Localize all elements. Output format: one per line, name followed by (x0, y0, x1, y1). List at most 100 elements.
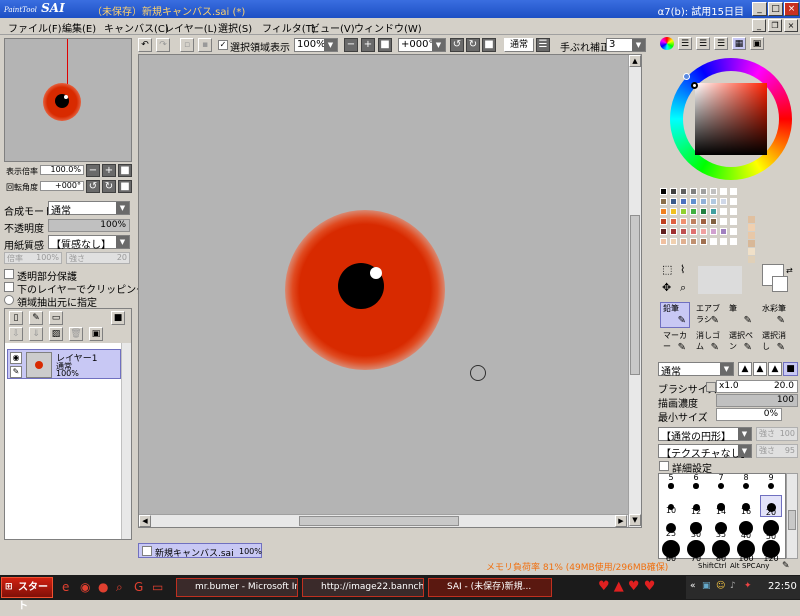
hue-marker[interactable] (683, 73, 690, 80)
nav-zoom-in-button[interactable]: + (102, 164, 116, 177)
color-swatch[interactable] (690, 188, 697, 195)
navigator-preview[interactable] (4, 38, 132, 162)
color-swatch[interactable] (680, 188, 687, 195)
redo-button[interactable]: ↷ (156, 38, 170, 52)
delete-layer-icon[interactable]: 🗑 (69, 327, 83, 341)
color-swatch[interactable] (700, 218, 707, 225)
color-swatch[interactable] (748, 256, 755, 263)
color-swatch[interactable] (710, 238, 717, 245)
color-swatch[interactable] (660, 228, 667, 235)
color-swatch[interactable] (670, 228, 677, 235)
menu-select[interactable]: 選択(S) (218, 20, 252, 35)
nav-zoom-slider[interactable]: 100.0% (40, 165, 84, 175)
canvas-viewport[interactable]: ▲ ▼ ◀ ▶ (138, 54, 642, 528)
color-swatch[interactable] (700, 238, 707, 245)
color-swatch[interactable] (710, 228, 717, 235)
color-swatch[interactable] (690, 238, 697, 245)
color-swatch[interactable] (680, 218, 687, 225)
color-swatch[interactable] (720, 208, 727, 215)
edge-sharp-icon[interactable]: ■ (783, 362, 798, 376)
color-swatch[interactable] (720, 198, 727, 205)
scroll-left-button[interactable]: ◀ (139, 515, 151, 527)
task-sai-window[interactable]: SAI - (未保存)新規... (428, 578, 552, 597)
deselect-button[interactable]: ▫ (180, 38, 194, 52)
tool-button[interactable]: 選択消し ✎ (759, 329, 789, 355)
brush-size-mult-icon[interactable] (706, 382, 716, 392)
color-swatch[interactable] (720, 218, 727, 225)
rotation-select[interactable]: +000° ▼ (398, 38, 446, 52)
nav-rotation-slider[interactable]: +000° (40, 181, 84, 191)
color-swatch[interactable] (748, 216, 755, 223)
layer-opacity-slider[interactable]: 100% (48, 219, 130, 232)
scroll-down-button[interactable]: ▼ (629, 514, 641, 526)
color-swatch[interactable] (710, 218, 717, 225)
tool-button[interactable]: マーカー ✎ (660, 329, 690, 355)
brush-size-slider[interactable]: x1.0 20.0 (716, 380, 798, 393)
selection-source-radio[interactable] (4, 295, 14, 305)
hue-ring[interactable] (670, 58, 792, 180)
nav-rotate-cw-button[interactable]: ↻ (102, 180, 116, 193)
color-swatch[interactable] (700, 198, 707, 205)
color-swatch[interactable] (720, 188, 727, 195)
mixer-mode-icon[interactable]: ☰ (714, 37, 728, 50)
tool-button[interactable]: 水彩筆 ✎ (759, 302, 789, 328)
doc-restore-button[interactable]: ❐ (768, 19, 782, 32)
layer-settings-icon[interactable]: ▣ (89, 327, 103, 341)
color-swatch[interactable] (690, 228, 697, 235)
menu-canvas[interactable]: キャンバス(C) (104, 20, 169, 35)
vscroll-thumb[interactable] (630, 215, 640, 375)
color-picker-marker[interactable] (691, 82, 698, 89)
color-swatch[interactable] (730, 188, 737, 195)
stabilizer-select[interactable]: 3 ▼ (606, 38, 646, 52)
color-swatch[interactable] (670, 208, 677, 215)
color-swatch[interactable] (680, 228, 687, 235)
start-button[interactable]: ⊞ スタート (1, 577, 53, 612)
rotate-cw-button[interactable]: ↻ (466, 38, 480, 52)
density-slider[interactable]: 100 (716, 394, 798, 407)
marquee-tool-icon[interactable]: ⬚ (662, 264, 676, 278)
color-swatch[interactable] (730, 238, 737, 245)
color-swatch[interactable] (730, 218, 737, 225)
clipping-checkbox[interactable] (4, 282, 14, 292)
layer-scrollbar[interactable] (121, 343, 131, 539)
quicklaunch-app-icon[interactable]: G (134, 580, 143, 594)
selection-display-checkbox[interactable]: ✓ (218, 40, 228, 50)
color-swatch[interactable] (680, 198, 687, 205)
new-layer-icon[interactable]: ▯ (9, 311, 23, 325)
flip-button[interactable]: ☰ (536, 38, 550, 52)
menu-view[interactable]: ビュー(V) (310, 20, 355, 35)
menu-file[interactable]: ファイル(F) (8, 20, 62, 35)
menu-window[interactable]: ウィンドウ(W) (354, 20, 422, 35)
color-swatch[interactable] (748, 248, 755, 255)
brush-size-scroll-thumb[interactable] (788, 510, 796, 530)
merge-down-icon[interactable]: ⇓ (29, 327, 43, 341)
brush-blend-select[interactable]: 通常 ▼ (658, 362, 734, 378)
clear-layer-icon[interactable]: ▨ (49, 327, 63, 341)
menu-edit[interactable]: 編集(E) (62, 20, 96, 35)
color-swatch[interactable] (670, 198, 677, 205)
move-tool-icon[interactable]: ✥ (662, 282, 676, 296)
saturation-value-square[interactable] (695, 83, 767, 155)
rotate-ccw-button[interactable]: ↺ (450, 38, 464, 52)
layer-visibility-icon[interactable]: ◉ (10, 352, 22, 364)
color-swatch[interactable] (660, 218, 667, 225)
edge-soft-icon[interactable]: ▲ (738, 362, 752, 376)
minimize-button[interactable]: _ (752, 2, 767, 16)
brush-size-dot[interactable] (767, 482, 775, 490)
document-tab[interactable]: 新規キャンバス.sai 100% (138, 543, 262, 559)
brush-size-dot[interactable] (743, 483, 749, 489)
quicklaunch-search-icon[interactable]: ⌕ (116, 580, 123, 595)
color-swatch[interactable] (730, 228, 737, 235)
canvas-vscrollbar[interactable]: ▲ ▼ (628, 55, 641, 527)
secondary-color-swatch[interactable] (772, 276, 788, 292)
tray-chevron-icon[interactable]: « (690, 581, 696, 591)
color-swatch[interactable] (700, 188, 707, 195)
color-swatch[interactable] (660, 238, 667, 245)
color-swatch[interactable] (680, 208, 687, 215)
shape-strength-slider[interactable]: 強さ 100 (756, 427, 798, 441)
paper-texture-select[interactable]: 【質感なし】 ▼ (48, 235, 130, 251)
zoom-tool-icon[interactable]: ⌕ (680, 282, 694, 296)
color-swatch[interactable] (720, 228, 727, 235)
brush-shape-select[interactable]: 【通常の円形】 ▼ (658, 427, 752, 443)
scroll-right-button[interactable]: ▶ (615, 515, 627, 527)
